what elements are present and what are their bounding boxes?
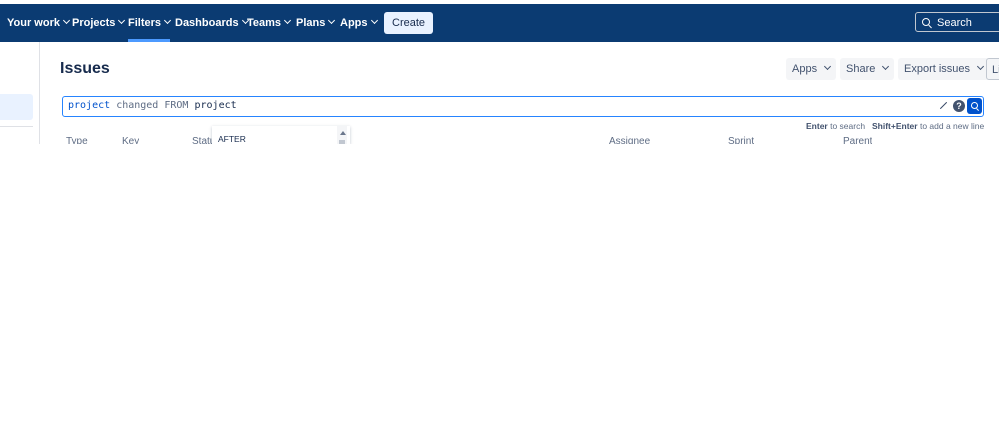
nav-projects[interactable]: Projects: [72, 4, 126, 42]
chevron-down-icon: [882, 62, 890, 71]
autocomplete-option[interactable]: AFTER: [218, 134, 246, 144]
column-header-assignee[interactable]: Assignee: [609, 136, 650, 144]
shift-enter-hint-text: to add a new line: [919, 121, 985, 131]
nav-dashboards[interactable]: Dashboards: [175, 4, 249, 42]
scroll-up-arrow-icon[interactable]: [340, 131, 346, 135]
column-header-sprint[interactable]: Sprint: [728, 136, 754, 144]
apps-button-label: Apps: [792, 63, 818, 75]
help-icon[interactable]: ?: [953, 100, 965, 112]
jql-autocomplete-dropdown: AFTER: [212, 126, 350, 144]
left-sidebar: [0, 42, 40, 144]
nav-label: Filters: [128, 17, 162, 29]
page-title: Issues: [60, 60, 110, 77]
shift-enter-hint: Shift+Enter to add a new line: [872, 121, 984, 131]
chevron-down-icon: [328, 16, 336, 25]
nav-label: Plans: [296, 17, 326, 29]
enter-hint: Enter to search: [806, 121, 865, 131]
expand-icon[interactable]: [940, 102, 947, 109]
nav-teams[interactable]: Teams: [247, 4, 292, 42]
nav-your-work[interactable]: Your work: [7, 4, 71, 42]
jql-query-input[interactable]: project changed FROM project ?: [62, 96, 984, 117]
export-issues-button[interactable]: Export issues: [898, 58, 990, 80]
enter-key-label: Enter: [806, 121, 828, 131]
jql-field-token: project: [68, 100, 111, 111]
scrollbar-thumb[interactable]: [339, 140, 345, 144]
dropdown-scrollbar[interactable]: [337, 126, 347, 144]
jql-query-text[interactable]: project changed FROM project: [68, 100, 237, 111]
sidebar-item-selected[interactable]: [0, 94, 33, 120]
jql-operator-token: changed: [116, 100, 159, 111]
global-search-input[interactable]: Search: [915, 12, 999, 32]
nav-label: Apps: [340, 17, 368, 29]
nav-filters[interactable]: Filters: [128, 4, 172, 42]
top-navigation: Your work Projects Filters Dashboards Te…: [0, 4, 999, 42]
chevron-down-icon: [62, 16, 71, 25]
app-viewport: Your work Projects Filters Dashboards Te…: [0, 0, 999, 144]
chevron-down-icon: [976, 62, 985, 71]
apps-button[interactable]: Apps: [786, 58, 837, 80]
search-icon: [971, 102, 978, 109]
view-toggle-button[interactable]: Li: [986, 58, 999, 80]
jql-value-token: project: [194, 100, 237, 111]
column-header-parent[interactable]: Parent: [843, 136, 872, 144]
export-button-label: Export issues: [904, 63, 971, 75]
nav-label: Dashboards: [175, 17, 239, 29]
chevron-down-icon: [824, 62, 832, 71]
chevron-down-icon: [163, 16, 172, 25]
search-icon: [922, 18, 930, 26]
nav-apps[interactable]: Apps: [340, 4, 378, 42]
create-button[interactable]: Create: [384, 12, 434, 34]
jql-keyword-token: FROM: [164, 100, 189, 111]
nav-label: Projects: [72, 17, 116, 29]
enter-hint-text: to search: [830, 121, 866, 131]
chevron-down-icon: [118, 16, 126, 25]
share-button[interactable]: Share: [840, 58, 895, 80]
column-header-key[interactable]: Key: [122, 136, 139, 144]
jql-search-button[interactable]: [967, 98, 982, 114]
nav-plans[interactable]: Plans: [296, 4, 336, 42]
share-button-label: Share: [846, 63, 876, 75]
search-placeholder: Search: [937, 17, 972, 29]
sidebar-divider: [0, 126, 33, 127]
chevron-down-icon: [284, 16, 292, 25]
column-header-type[interactable]: Type: [66, 136, 88, 144]
nav-label: Teams: [247, 17, 282, 29]
view-toggle-label: Li: [992, 64, 999, 76]
nav-label: Your work: [7, 17, 60, 29]
shift-enter-key-label: Shift+Enter: [872, 121, 918, 131]
chevron-down-icon: [370, 16, 378, 25]
column-header-status[interactable]: Status: [192, 136, 214, 144]
